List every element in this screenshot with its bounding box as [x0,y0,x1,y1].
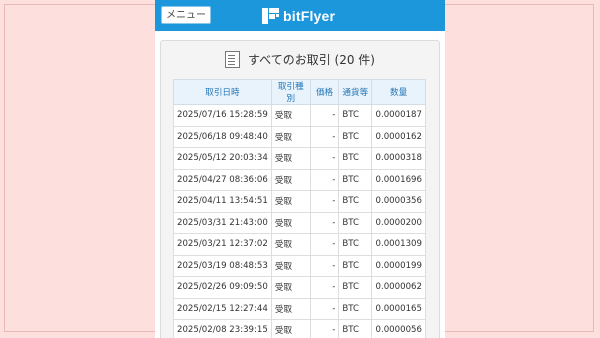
cell-currency: BTC [338,147,373,170]
cell-currency: BTC [338,254,373,277]
bitflyer-logo-icon [262,8,279,24]
panel-title-text: すべてのお取引 (20 件) [248,52,375,67]
cell-type: 受取 [270,168,311,191]
cell-type: 受取 [270,147,311,170]
cell-price: - [309,254,340,277]
cell-datetime: 2025/02/26 09:09:50 [173,276,272,299]
menu-button[interactable]: メニュー [161,6,211,24]
cell-quantity: 0.0001696 [371,168,426,191]
cell-datetime: 2025/04/27 08:36:06 [173,168,272,191]
cell-currency: BTC [338,233,373,256]
app-header: メニュー bitFlyer [155,0,445,31]
cell-quantity: 0.0000318 [371,147,426,170]
cell-quantity: 0.0000056 [371,319,426,338]
cell-price: - [309,233,340,256]
bitflyer-logo[interactable]: bitFlyer [262,7,335,25]
cell-type: 受取 [270,319,311,338]
transactions-table: 取引日時 取引種別 価格 通貨等 数量 2025/07/16 15:28:59 受取 - BT… [173,79,426,338]
cell-quantity: 0.0000062 [371,276,426,299]
column-header-type: 取引種別 [270,79,311,105]
cell-price: - [309,104,340,127]
cell-datetime: 2025/02/15 12:27:44 [173,297,272,320]
cell-quantity: 0.0001309 [371,233,426,256]
cell-currency: BTC [338,276,373,299]
cell-price: - [309,276,340,299]
cell-price: - [309,319,340,338]
mobile-viewport: メニュー bitFlyer すべてのお取引 (20 件) 取引日時 取引種別 価格通… [155,0,445,338]
cell-currency: BTC [338,125,373,148]
cell-currency: BTC [338,319,373,338]
cell-currency: BTC [338,104,373,127]
table-row[interactable]: 2025/02/26 09:09:50 受取 - BTC 0.0000062 [173,276,426,299]
cell-currency: BTC [338,297,373,320]
table-body: 2025/07/16 15:28:59 受取 - BTC 0.0000187 2025/0… [173,104,426,338]
cell-datetime: 2025/02/08 23:39:15 [173,319,272,338]
cell-price: - [309,125,340,148]
cell-type: 受取 [270,297,311,320]
table-row[interactable]: 2025/05/12 20:03:34 受取 - BTC 0.0000318 [173,147,426,170]
cell-price: - [309,168,340,191]
cell-currency: BTC [338,190,373,213]
column-header-quantity: 数量 [371,79,426,105]
cell-quantity: 0.0000356 [371,190,426,213]
cell-datetime: 2025/03/31 21:43:00 [173,211,272,234]
table-row[interactable]: 2025/04/27 08:36:06 受取 - BTC 0.0001696 [173,168,426,191]
cell-quantity: 0.0000162 [371,125,426,148]
cell-currency: BTC [338,168,373,191]
cell-quantity: 0.0000199 [371,254,426,277]
table-row[interactable]: 2025/07/16 15:28:59 受取 - BTC 0.0000187 [173,104,426,127]
cell-datetime: 2025/03/21 12:37:02 [173,233,272,256]
table-row[interactable]: 2025/03/21 12:37:02 受取 - BTC 0.0001309 [173,233,426,256]
cell-price: - [309,190,340,213]
cell-type: 受取 [270,190,311,213]
panel-title: すべてのお取引 (20 件) [161,46,439,72]
logo-text: bitFlyer [283,8,336,24]
cell-currency: BTC [338,211,373,234]
column-header-currency: 通貨等 [338,79,373,105]
table-row[interactable]: 2025/03/31 21:43:00 受取 - BTC 0.0000200 [173,211,426,234]
table-row[interactable]: 2025/03/19 08:48:53 受取 - BTC 0.0000199 [173,254,426,277]
cell-type: 受取 [270,254,311,277]
cell-type: 受取 [270,104,311,127]
transactions-panel: すべてのお取引 (20 件) 取引日時 取引種別 価格 通貨等 数量 2025/07/1… [160,40,440,338]
column-header-datetime: 取引日時 [173,79,272,105]
table-row[interactable]: 2025/06/18 09:48:40 受取 - BTC 0.0000162 [173,125,426,148]
cell-datetime: 2025/04/11 13:54:51 [173,190,272,213]
cell-datetime: 2025/05/12 20:03:34 [173,147,272,170]
cell-price: - [309,297,340,320]
cell-price: - [309,211,340,234]
table-header-row: 取引日時 取引種別 価格 通貨等 数量 [173,79,426,105]
table-row[interactable]: 2025/02/08 23:39:15 受取 - BTC 0.0000056 [173,319,426,338]
cell-quantity: 0.0000200 [371,211,426,234]
column-header-price: 価格 [309,79,340,105]
cell-type: 受取 [270,233,311,256]
cell-type: 受取 [270,125,311,148]
cell-quantity: 0.0000187 [371,104,426,127]
cell-price: - [309,147,340,170]
document-icon [225,50,241,68]
table-row[interactable]: 2025/02/15 12:27:44 受取 - BTC 0.0000165 [173,297,426,320]
cell-datetime: 2025/03/19 08:48:53 [173,254,272,277]
cell-datetime: 2025/07/16 15:28:59 [173,104,272,127]
cell-quantity: 0.0000165 [371,297,426,320]
cell-datetime: 2025/06/18 09:48:40 [173,125,272,148]
cell-type: 受取 [270,276,311,299]
table-row[interactable]: 2025/04/11 13:54:51 受取 - BTC 0.0000356 [173,190,426,213]
cell-type: 受取 [270,211,311,234]
